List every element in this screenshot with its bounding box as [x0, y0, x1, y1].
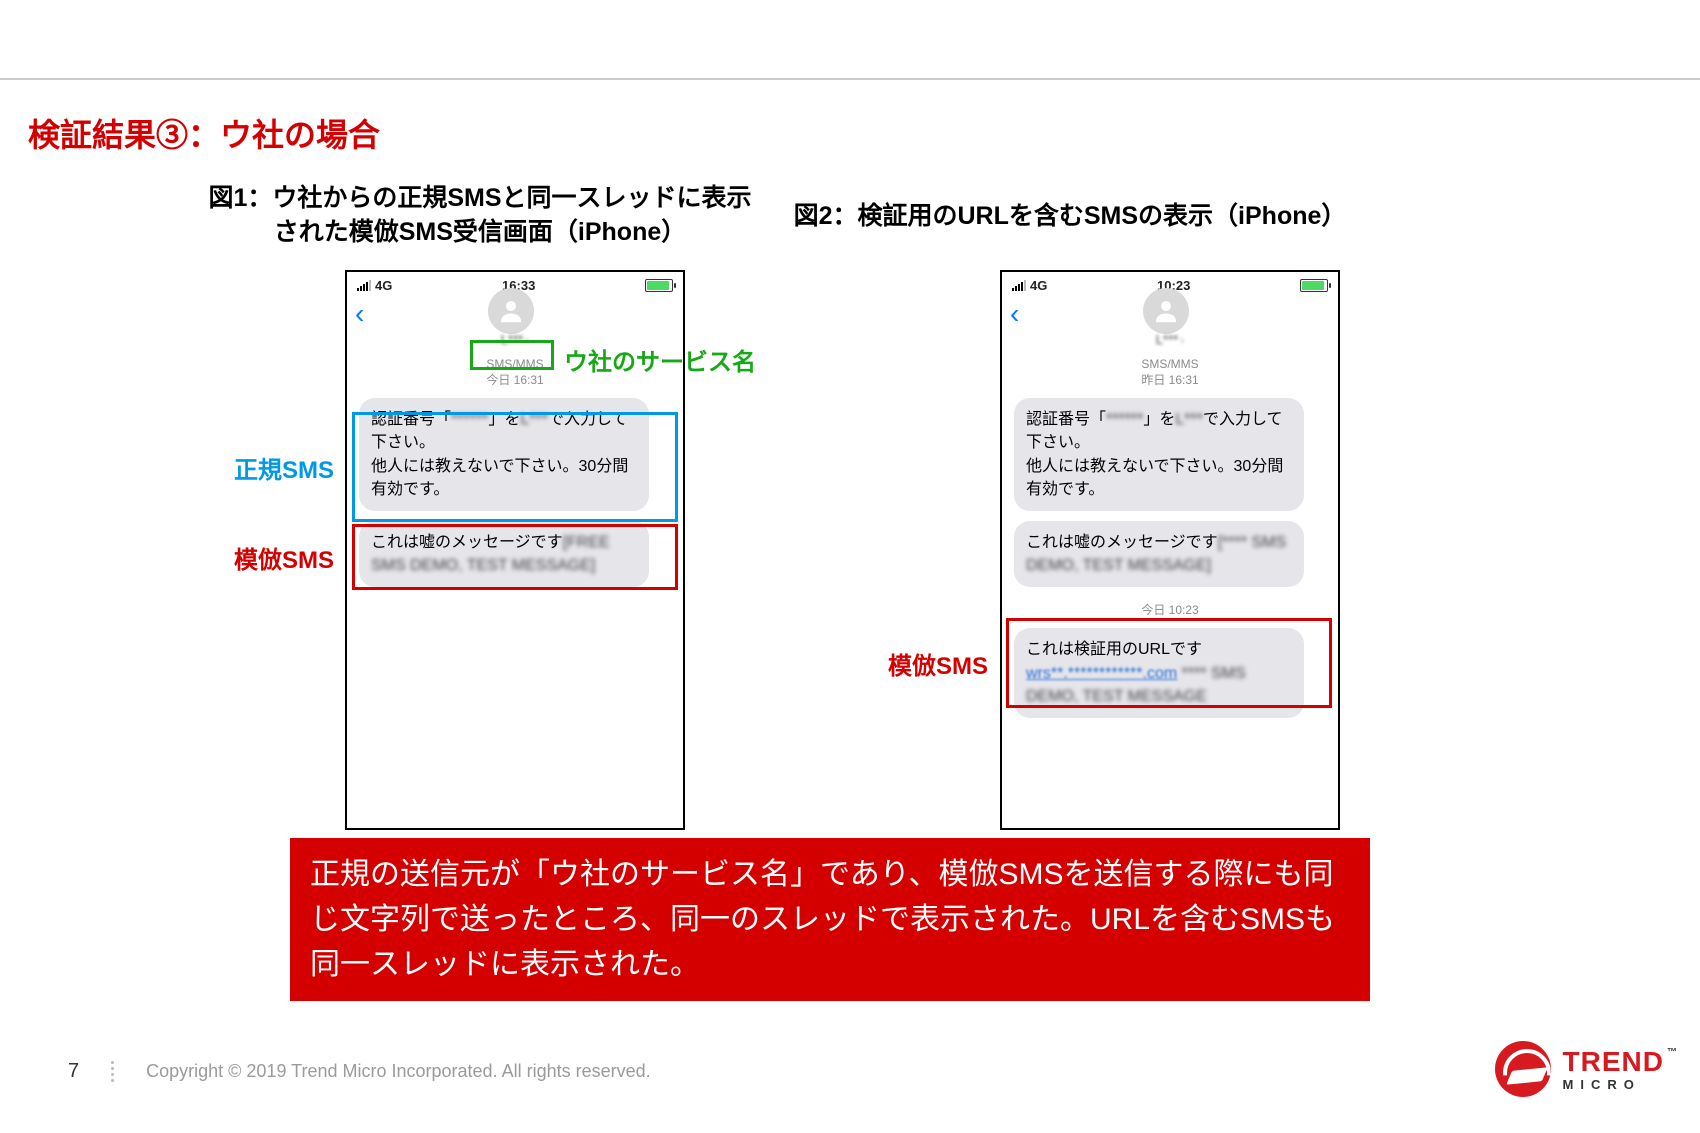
avatar[interactable]: [1143, 288, 1189, 334]
trendmicro-logo: TREND™ MICRO: [1495, 1041, 1664, 1097]
chevron-right-icon: ›: [525, 333, 529, 347]
phone-mockup-2: 4G 10:23 ‹ L***› SMS/MMS 昨日 16:31 認証番号「*…: [1000, 270, 1340, 830]
person-icon: [1151, 296, 1181, 326]
avatar[interactable]: [488, 288, 534, 334]
footer: 7 Copyright © 2019 Trend Micro Incorpora…: [68, 1060, 651, 1083]
copyright: Copyright © 2019 Trend Micro Incorporate…: [146, 1061, 651, 1082]
signal-icon: [357, 280, 371, 291]
signal-icon: [1012, 280, 1026, 291]
chevron-right-icon: ›: [1180, 333, 1184, 347]
label-fake-sms-2: 模倣SMS: [888, 646, 988, 681]
slide-title: 検証結果③：ウ社の場合: [28, 110, 380, 156]
thread-meta: SMS/MMS 昨日 16:31: [1002, 357, 1338, 388]
figure2-caption: 図2：検証用のURLを含むSMSの表示（iPhone）: [720, 200, 1420, 234]
label-legit-sms: 正規SMS: [234, 450, 334, 485]
carrier-label: 4G: [375, 278, 392, 293]
logo-sub: MICRO: [1563, 1078, 1664, 1091]
summary-banner: 正規の送信元が「ウ社のサービス名」であり、模倣SMSを送信する際にも同じ文字列で…: [290, 838, 1370, 1001]
logo-mark-icon: [1495, 1041, 1551, 1097]
figure1-caption: 図1：ウ社からの正規SMSと同一スレッドに表示 された模倣SMS受信画面（iPh…: [180, 182, 780, 250]
logo-brand: TREND™: [1563, 1048, 1664, 1076]
page-number: 7: [68, 1060, 79, 1083]
divider-dots: [111, 1061, 114, 1082]
person-icon: [496, 296, 526, 326]
top-divider: [0, 78, 1700, 80]
back-icon[interactable]: ‹: [355, 300, 364, 328]
sms-bubble-legit: 認証番号「******」をL***で入力して下さい。 他人には教えないで下さい。…: [1014, 398, 1304, 511]
label-fake-sms-1: 模倣SMS: [234, 540, 334, 575]
contact-name[interactable]: L***›: [1002, 332, 1338, 347]
sms-bubble-url: これは検証用のURLです wrs**.************.com ****…: [1014, 628, 1304, 718]
sms-url-link[interactable]: wrs**.************.com: [1026, 665, 1177, 682]
battery-icon: [645, 279, 673, 292]
sms-bubble-fake: これは嘘のメッセージです[FREE SMS DEMO, TEST MESSAGE…: [359, 521, 649, 587]
sms-bubble-fake: これは嘘のメッセージです[**** SMS DEMO, TEST MESSAGE…: [1014, 521, 1304, 587]
label-service-name: ウ社のサービス名: [564, 342, 756, 377]
back-icon[interactable]: ‹: [1010, 300, 1019, 328]
sms-bubble-legit: 認証番号「******」をL***で入力して下さい。 他人には教えないで下さい。…: [359, 398, 649, 511]
battery-icon: [1300, 279, 1328, 292]
timestamp-separator: 今日 10:23: [1002, 601, 1338, 618]
carrier-label: 4G: [1030, 278, 1047, 293]
